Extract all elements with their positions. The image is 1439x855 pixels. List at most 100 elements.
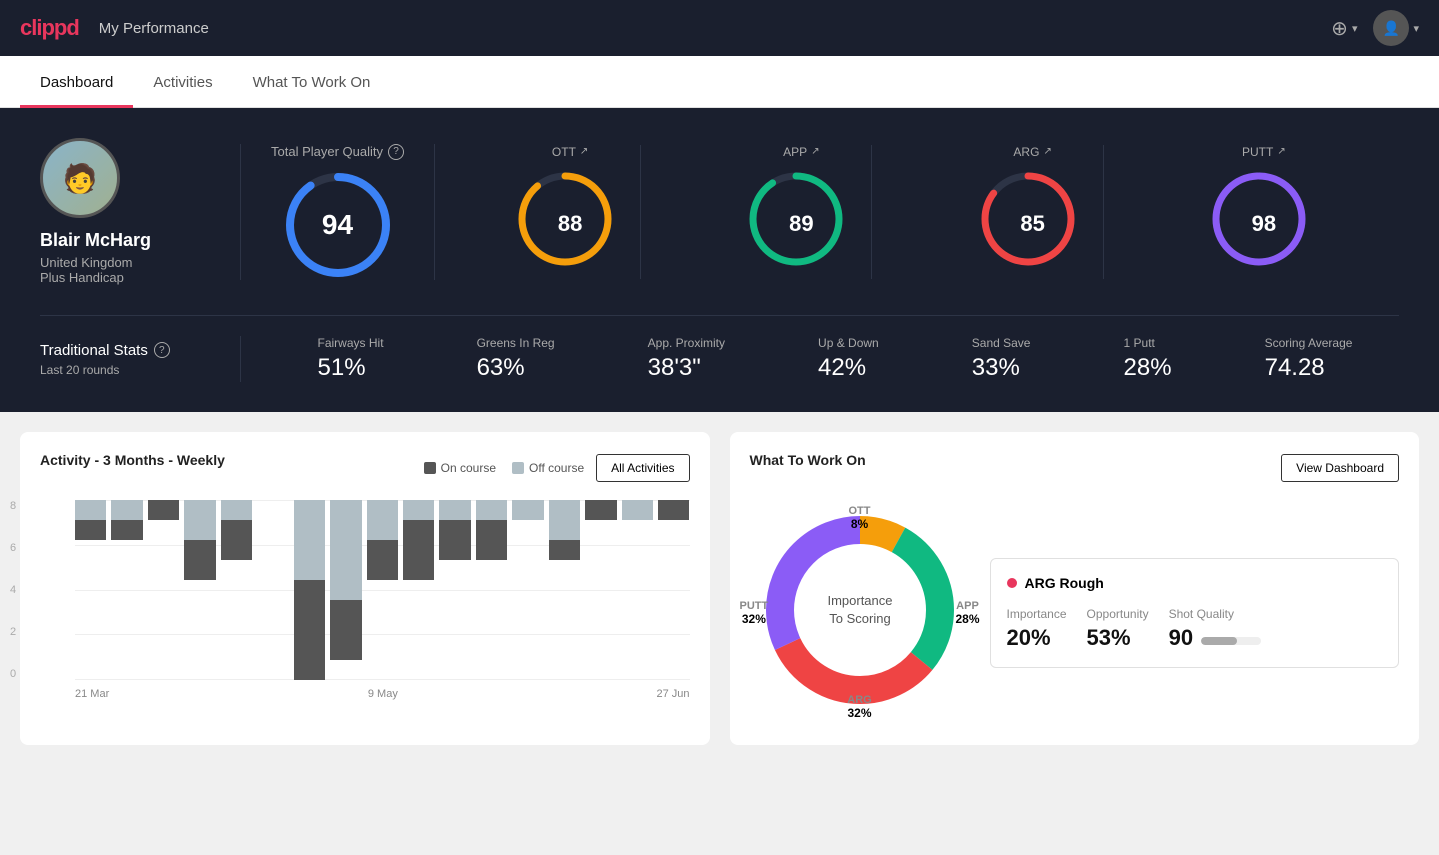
bar-on-course: [184, 540, 215, 580]
chart-title: Activity - 3 Months - Weekly: [40, 452, 225, 468]
bar-on-course: [367, 540, 398, 580]
donut-label-app: APP 28%: [955, 600, 979, 626]
trad-stats-help-icon[interactable]: ?: [154, 342, 170, 358]
hero-section: 🧑 Blair McHarg United Kingdom Plus Handi…: [0, 108, 1439, 412]
bar-on-course: [111, 520, 142, 540]
bottom-row: Activity - 3 Months - Weekly On course O…: [0, 412, 1439, 765]
scores-container: Total Player Quality ? 94 OTT: [240, 144, 1399, 280]
stat-greens-value: 63%: [477, 354, 525, 382]
tab-dashboard[interactable]: Dashboard: [20, 56, 133, 108]
app-value: 89: [789, 211, 813, 237]
plus-icon: ⊕: [1331, 16, 1348, 41]
header-title: My Performance: [99, 20, 209, 37]
work-header: What To Work On View Dashboard: [750, 452, 1400, 484]
bar-group: [75, 500, 106, 680]
add-button[interactable]: ⊕ ▾: [1331, 16, 1357, 41]
donut-label-ott: OTT 8%: [849, 505, 871, 531]
bar-group: [111, 500, 142, 680]
header: clippd My Performance ⊕ ▾ 👤 ▾: [0, 0, 1439, 56]
bar-on-course: [330, 600, 361, 660]
traditional-stats-row: Traditional Stats ? Last 20 rounds Fairw…: [40, 315, 1399, 382]
arg-ring: 85: [978, 169, 1088, 279]
red-dot-icon: [1007, 578, 1017, 588]
app-trend-icon: ↗: [811, 146, 819, 157]
stat-proximity: App. Proximity 38'3": [648, 336, 725, 382]
player-name: Blair McHarg: [40, 230, 151, 251]
all-activities-button[interactable]: All Activities: [596, 454, 689, 482]
tpq-value: 94: [322, 209, 353, 241]
legend-on-course: On course: [424, 461, 496, 475]
metric-shot-quality: Shot Quality 90: [1169, 607, 1261, 651]
svg-text:To Scoring: To Scoring: [829, 611, 890, 626]
arg-label: ARG ↗: [1013, 145, 1051, 159]
bar-on-course: [294, 580, 325, 680]
avatar-initials: 👤: [1383, 20, 1400, 37]
bar-on-course: [221, 520, 252, 560]
chart-body: [75, 500, 690, 680]
bar-group: [367, 500, 398, 680]
player-avatar: 🧑: [40, 138, 120, 218]
off-course-dot: [512, 462, 524, 474]
app-ring: 89: [746, 169, 856, 279]
bar-on-course: [148, 500, 179, 520]
ott-label: OTT ↗: [552, 145, 588, 159]
bar-group: [476, 500, 507, 680]
bar-off-course: [294, 500, 325, 580]
bar-on-course: [439, 520, 470, 560]
stat-greens-label: Greens In Reg: [477, 336, 555, 350]
player-handicap: Plus Handicap: [40, 270, 124, 285]
x-label-may: 9 May: [368, 688, 398, 700]
stat-one-putt-label: 1 Putt: [1124, 336, 1155, 350]
user-menu[interactable]: 👤 ▾: [1373, 10, 1419, 46]
trad-stats-label: Traditional Stats ? Last 20 rounds: [40, 342, 240, 377]
stat-one-putt-value: 28%: [1124, 354, 1172, 382]
tpq-help-icon[interactable]: ?: [388, 144, 404, 160]
bar-off-course: [367, 500, 398, 540]
donut-label-arg: ARG 32%: [847, 694, 871, 720]
x-label-mar: 21 Mar: [75, 688, 109, 700]
bar-group: [622, 500, 653, 680]
header-left: clippd My Performance: [20, 15, 209, 41]
bar-on-course: [585, 500, 616, 520]
avatar: 👤: [1373, 10, 1409, 46]
bar-off-course: [622, 500, 653, 520]
bar-group: [148, 500, 179, 680]
metric-opportunity: Opportunity 53%: [1087, 607, 1149, 651]
bar-group: [184, 500, 215, 680]
info-card-title: ARG Rough: [1007, 575, 1383, 591]
bar-off-course: [512, 500, 543, 520]
shot-quality-value: 90: [1169, 625, 1193, 651]
score-app: APP ↗ 89: [731, 145, 872, 279]
bar-on-course: [549, 540, 580, 560]
donut-label-putt: PUTT 32%: [740, 600, 769, 626]
bar-off-course: [549, 500, 580, 540]
logo[interactable]: clippd: [20, 15, 79, 41]
bar-on-course: [476, 520, 507, 560]
shot-quality-label: Shot Quality: [1169, 607, 1261, 621]
svg-text:Importance: Importance: [827, 593, 892, 608]
shot-quality-bar: [1201, 637, 1261, 645]
chart-header: Activity - 3 Months - Weekly On course O…: [40, 452, 690, 484]
bar-group: [257, 500, 288, 680]
legend-off-course: Off course: [512, 461, 584, 475]
work-title: What To Work On: [750, 452, 866, 468]
stat-proximity-value: 38'3": [648, 354, 701, 382]
view-dashboard-button[interactable]: View Dashboard: [1281, 454, 1399, 482]
importance-value: 20%: [1007, 625, 1067, 651]
shot-quality-bar-fill: [1201, 637, 1237, 645]
stat-scoring-value: 74.28: [1265, 354, 1325, 382]
bar-off-course: [184, 500, 215, 540]
stat-up-down: Up & Down 42%: [818, 336, 879, 382]
chart-y-axis: 0 2 4 6 8: [10, 500, 16, 680]
stat-scoring: Scoring Average 74.28: [1265, 336, 1353, 382]
stat-one-putt: 1 Putt 28%: [1124, 336, 1172, 382]
tab-what-to-work-on[interactable]: What To Work On: [233, 56, 391, 108]
stat-proximity-label: App. Proximity: [648, 336, 725, 350]
tab-activities[interactable]: Activities: [133, 56, 232, 108]
chart-wrapper: 0 2 4 6 8 21 M: [40, 500, 690, 700]
bar-on-course: [658, 500, 689, 520]
what-to-work-on-panel: What To Work On View Dashboard: [730, 432, 1420, 745]
player-country: United Kingdom: [40, 255, 133, 270]
bar-off-course: [111, 500, 142, 520]
opportunity-value: 53%: [1087, 625, 1149, 651]
